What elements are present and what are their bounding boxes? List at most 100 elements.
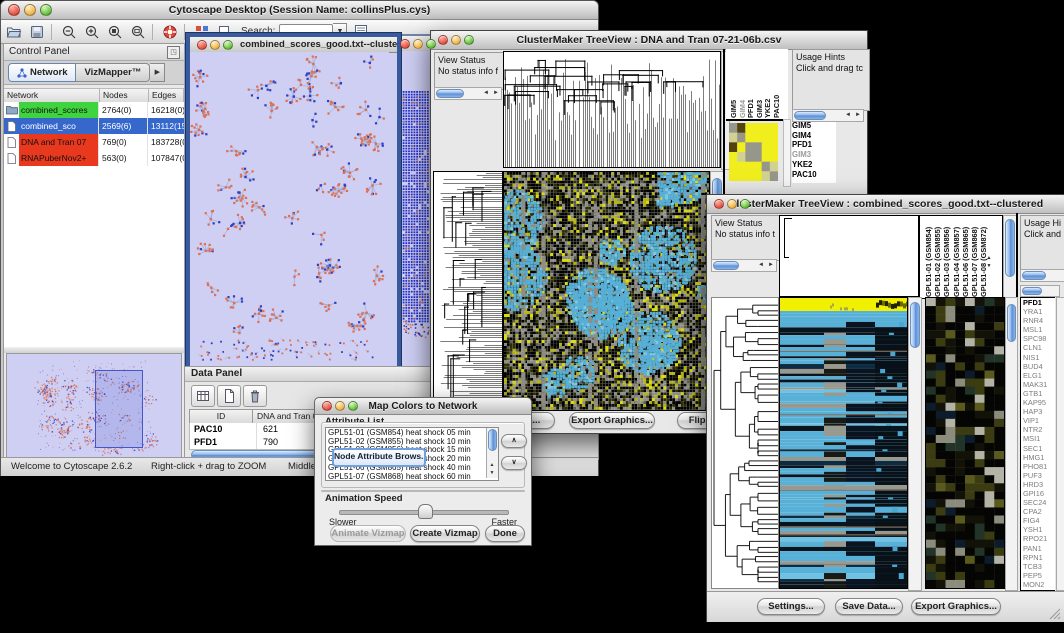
close-button[interactable] [8, 4, 20, 16]
move-up-button[interactable]: ∧ [501, 434, 527, 448]
help-icon[interactable] [160, 23, 180, 41]
scroll-left-arrow[interactable]: ◄ [843, 110, 853, 120]
scroll-right-arrow[interactable]: ► [491, 88, 501, 98]
minimize-button[interactable] [451, 35, 461, 45]
tab-network[interactable]: Network [8, 63, 76, 82]
attribute-list-item[interactable]: GPL51-07 (GSM868) heat shock 60 min [328, 473, 485, 481]
row-dendrogram[interactable] [433, 171, 503, 411]
table-icon[interactable] [191, 385, 215, 407]
main-titlebar[interactable]: Cytoscape Desktop (Session Name: collins… [1, 1, 598, 20]
gene-label: PUF3 [1021, 471, 1055, 480]
row-label: GIM4 [792, 131, 836, 141]
save-data-button[interactable]: Save Data... [835, 598, 903, 615]
network-table-row[interactable]: RNAPuberNov2+563(0)107847(0) [4, 150, 184, 166]
move-down-button[interactable]: ∨ [501, 456, 527, 470]
tab-vizmapper[interactable]: VizMapper™ [76, 63, 150, 82]
network-table-row[interactable]: combined_scores2764(0)16218(0) [4, 102, 184, 118]
export-graphics-button[interactable]: Export Graphics... [911, 598, 1001, 615]
column-dendrogram[interactable] [503, 51, 721, 168]
gene-list-vscrollbar[interactable] [1056, 297, 1064, 591]
row-dendrogram[interactable] [711, 297, 779, 589]
gene-label: MON2 [1021, 580, 1055, 589]
column-label: GPL51-01 (GSM854) [924, 218, 933, 297]
network1-titlebar[interactable]: combined_scores_good.txt--cluste... [190, 37, 397, 53]
gene-label: BUD4 [1021, 362, 1055, 371]
side-heatmap-vscrollbar[interactable] [1005, 297, 1018, 591]
scroll-left-arrow[interactable]: ◄ [481, 88, 491, 98]
network1-canvas[interactable] [190, 52, 389, 365]
heatmap-main[interactable] [779, 297, 908, 589]
close-button[interactable] [438, 35, 448, 45]
treeview2-bottom-bar: Settings... Save Data... Export Graphics… [707, 591, 1064, 622]
resize-grip[interactable] [1049, 608, 1061, 620]
dialog-titlebar[interactable]: Map Colors to Network [315, 398, 531, 415]
mini-vscroll-strip[interactable] [783, 119, 791, 187]
export-graphics-button[interactable]: Export Graphics... [569, 412, 655, 429]
scroll-right-arrow[interactable]: ► [766, 260, 776, 270]
usage-hints-hscrollbar[interactable] [1020, 269, 1064, 282]
node-attribute-browser-tab[interactable]: Node Attribute Brows... [332, 448, 426, 467]
zoom-button[interactable] [740, 199, 750, 209]
zoom-out-icon[interactable] [59, 23, 79, 41]
zoom-button[interactable] [223, 40, 233, 50]
birdseye-viewport-rect[interactable] [95, 370, 143, 448]
gene-label: FIG4 [1021, 516, 1055, 525]
gene-label: SPC98 [1021, 334, 1055, 343]
heatmap-side[interactable] [925, 297, 1005, 589]
zoom-button[interactable] [464, 35, 474, 45]
zoom-button[interactable] [40, 4, 52, 16]
treeview2-titlebar[interactable]: ClusterMaker TreeView : combined_scores_… [707, 195, 1064, 214]
zoom-selected-icon[interactable] [105, 23, 125, 41]
minimize-button[interactable] [335, 401, 345, 411]
control-panel: Control Panel ◳ Network VizMapper™ ▶ Net… [3, 43, 185, 460]
scroll-down-arrow[interactable]: ▼ [984, 261, 994, 271]
open-file-icon[interactable] [4, 23, 24, 41]
network-name: combined_scores [19, 102, 98, 118]
zoom-fit-icon[interactable] [128, 23, 148, 41]
save-session-icon[interactable] [27, 23, 47, 41]
view-status-hscrollbar[interactable]: ◄ ► [711, 259, 777, 272]
heatmap-vscrollbar[interactable] [908, 297, 922, 591]
minimize-button[interactable] [24, 4, 36, 16]
network-table-row[interactable]: DNA and Tran 07769(0)183728(0) [4, 134, 184, 150]
done-button[interactable]: Done [485, 525, 525, 542]
usage-hints-hscrollbar[interactable]: ◄ ► [792, 109, 864, 122]
zoom-button[interactable] [426, 39, 436, 49]
view-status-hscrollbar[interactable]: ◄ ► [434, 87, 502, 100]
animate-vizmap-button[interactable]: Animate Vizmap [330, 525, 406, 542]
scroll-down-arrow[interactable]: ▼ [487, 468, 497, 478]
zoom-in-icon[interactable] [82, 23, 102, 41]
mini-heatmap[interactable] [729, 123, 778, 181]
slider-thumb[interactable] [418, 504, 433, 519]
birdseye-view[interactable] [6, 353, 182, 459]
trash-icon[interactable] [243, 385, 267, 407]
close-button[interactable] [322, 401, 332, 411]
close-button[interactable] [714, 199, 724, 209]
close-button[interactable] [197, 40, 207, 50]
gene-label: CLN1 [1021, 343, 1055, 352]
create-vizmap-button[interactable]: Create Vizmap [410, 525, 480, 542]
scroll-right-arrow[interactable]: ► [853, 110, 863, 120]
close-button[interactable] [400, 39, 410, 49]
minimize-button[interactable] [727, 199, 737, 209]
gene-label: CPA2 [1021, 507, 1055, 516]
settings-button[interactable]: Settings... [757, 598, 825, 615]
float-panel-icon[interactable]: ◳ [167, 46, 180, 59]
column-labels-vscrollbar[interactable] [1003, 215, 1017, 299]
heatmap-main[interactable] [503, 171, 710, 411]
treeview1-titlebar[interactable]: ClusterMaker TreeView : DNA and Tran 07-… [431, 31, 867, 50]
document-icon[interactable] [217, 385, 241, 407]
row-id: PAC10 [190, 423, 257, 436]
attribute-list-vscrollbar[interactable]: ▲ ▼ [486, 428, 498, 478]
scroll-left-arrow[interactable]: ◄ [756, 260, 766, 270]
tab-overflow-arrow[interactable]: ▶ [150, 63, 165, 82]
minimize-button[interactable] [210, 40, 220, 50]
birdseye-canvas[interactable] [7, 354, 179, 456]
minimize-button[interactable] [413, 39, 423, 49]
network-table-row[interactable]: combined_sco2569(6)13112(15) [4, 118, 184, 134]
gene-label: NIS1 [1021, 353, 1055, 362]
gene-label: SEC1 [1021, 444, 1055, 453]
column-label: GIM5 [729, 51, 738, 118]
gene-list-hscrollbar[interactable] [1020, 285, 1060, 297]
zoom-button[interactable] [348, 401, 358, 411]
